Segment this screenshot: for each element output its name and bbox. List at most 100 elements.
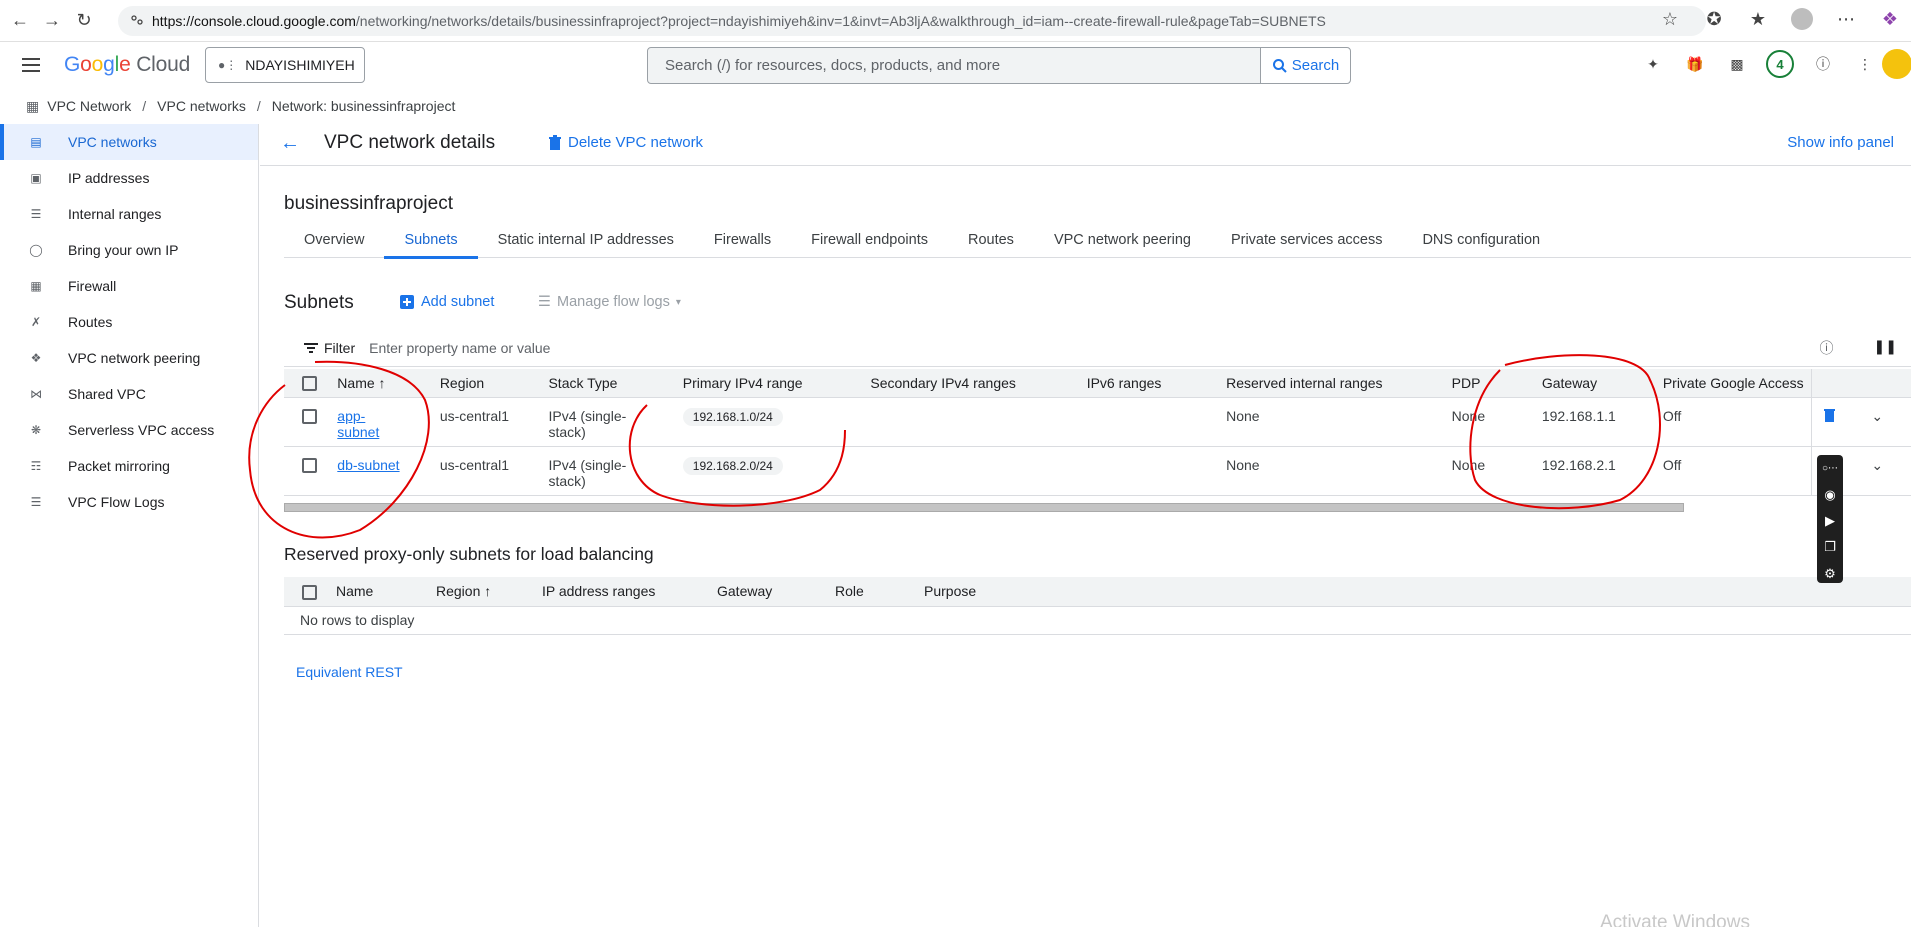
col-purpose[interactable]: Purpose <box>924 577 1911 607</box>
tab-subnets[interactable]: Subnets <box>384 222 478 259</box>
expand-row-icon[interactable]: ⌄ <box>1871 408 1883 424</box>
sidebar-item-vpc-networks[interactable]: ▤ VPC networks <box>0 124 258 160</box>
select-all-checkbox[interactable] <box>302 376 317 392</box>
col-stack-type[interactable]: Stack Type <box>548 369 683 398</box>
copy-icon[interactable]: ❐ <box>1820 538 1840 556</box>
tab-dns-configuration[interactable]: DNS configuration <box>1402 222 1560 258</box>
col-reserved-internal[interactable]: Reserved internal ranges <box>1226 369 1452 398</box>
col-ip-ranges[interactable]: IP address ranges <box>542 577 717 607</box>
more-options-icon[interactable]: ⋮ <box>1852 51 1878 77</box>
account-avatar[interactable] <box>1882 49 1911 79</box>
profile-icon[interactable] <box>1791 8 1813 30</box>
serverless-icon: ❋ <box>30 423 42 437</box>
col-primary-ipv4[interactable]: Primary IPv4 range <box>682 369 871 398</box>
col-secondary-ipv4[interactable]: Secondary IPv4 ranges <box>870 369 1087 398</box>
cell-pga: Off <box>1662 397 1812 447</box>
site-info-icon[interactable] <box>130 13 144 27</box>
add-subnet-button[interactable]: Add subnet <box>400 294 494 310</box>
subnet-link[interactable]: app-subnet <box>337 408 379 440</box>
tab-private-services-access[interactable]: Private services access <box>1211 222 1403 258</box>
menu-icon[interactable] <box>20 54 42 76</box>
equivalent-rest-link[interactable]: Equivalent REST <box>296 664 403 680</box>
list-icon: ☰ <box>538 294 551 310</box>
expand-row-icon[interactable]: ⌄ <box>1871 457 1883 473</box>
tab-overview[interactable]: Overview <box>284 222 384 258</box>
star-icon[interactable]: ☆ <box>1659 8 1681 30</box>
select-all-checkbox[interactable] <box>302 584 317 600</box>
breadcrumb-vpc-network[interactable]: VPC Network <box>47 98 131 114</box>
subnet-link[interactable]: db-subnet <box>337 457 399 473</box>
col-role[interactable]: Role <box>835 577 924 607</box>
cell-pdp: None <box>1451 446 1542 496</box>
search-button[interactable]: Search <box>1260 48 1350 83</box>
peering-icon: ❖ <box>30 351 42 365</box>
help-icon[interactable]: ⓘ <box>1810 51 1836 77</box>
forward-icon[interactable]: → <box>40 9 64 33</box>
sidebar-item-shared-vpc[interactable]: ⋈ Shared VPC <box>0 376 258 412</box>
cell-stack-type: IPv4 (single-stack) <box>548 397 683 447</box>
pin-icon[interactable]: ○⋯ <box>1820 459 1840 477</box>
tab-firewall-endpoints[interactable]: Firewall endpoints <box>791 222 948 258</box>
tab-firewalls[interactable]: Firewalls <box>694 222 791 258</box>
horizontal-scrollbar[interactable] <box>284 503 1684 512</box>
back-arrow-icon[interactable]: ← <box>280 133 300 153</box>
col-name[interactable]: Name <box>336 577 436 607</box>
sidebar-item-byoip[interactable]: ◯ Bring your own IP <box>0 232 258 268</box>
show-info-panel-button[interactable]: Show info panel <box>1787 134 1894 151</box>
tab-routes[interactable]: Routes <box>948 222 1034 258</box>
cell-secondary-ipv4 <box>870 446 1087 496</box>
sidebar-item-vpc-peering[interactable]: ❖ VPC network peering <box>0 340 258 376</box>
cell-pdp: None <box>1451 397 1542 447</box>
search-input[interactable]: Search (/) for resources, docs, products… <box>648 57 1260 74</box>
sidebar-item-flow-logs[interactable]: ☰ VPC Flow Logs <box>0 484 258 520</box>
search-bar[interactable]: Search (/) for resources, docs, products… <box>647 47 1351 84</box>
column-display-icon[interactable]: ❚❚ <box>1874 338 1897 358</box>
col-name[interactable]: Name ↑ <box>337 369 440 398</box>
delete-vpc-button[interactable]: Delete VPC network <box>548 134 703 151</box>
col-gateway[interactable]: Gateway <box>717 577 835 607</box>
filter-button[interactable]: Filter <box>304 340 355 356</box>
help-icon[interactable]: ⓘ <box>1820 338 1834 358</box>
manage-flow-logs-button[interactable]: ☰ Manage flow logs ▾ <box>538 294 681 310</box>
more-icon[interactable]: ⋯ <box>1835 8 1857 30</box>
gift-icon[interactable]: 🎁 <box>1682 51 1708 77</box>
sidebar-item-packet-mirroring[interactable]: ☶ Packet mirroring <box>0 448 258 484</box>
address-bar[interactable]: https://console.cloud.google.com/network… <box>118 6 1706 36</box>
col-private-google-access[interactable]: Private Google Access <box>1662 369 1812 398</box>
delete-row-icon[interactable] <box>1823 408 1835 422</box>
copilot-icon[interactable]: ❖ <box>1879 8 1901 30</box>
sidebar-item-ip-addresses[interactable]: ▣ IP addresses <box>0 160 258 196</box>
sidebar-item-serverless-vpc[interactable]: ❋ Serverless VPC access <box>0 412 258 448</box>
back-icon[interactable]: ← <box>8 9 32 33</box>
sidebar-item-firewall[interactable]: ▦ Firewall <box>0 268 258 304</box>
settings-icon[interactable]: ⚙ <box>1820 565 1840 583</box>
row-checkbox[interactable] <box>302 458 317 474</box>
project-selector[interactable]: ●⋮ NDAYISHIMIYEH <box>205 47 365 83</box>
col-pdp[interactable]: PDP <box>1451 369 1542 398</box>
google-cloud-logo[interactable]: Google Cloud <box>64 53 190 77</box>
row-checkbox[interactable] <box>302 409 317 425</box>
proxy-subnets-table: Name Region ↑ IP address ranges Gateway … <box>284 577 1911 635</box>
extensions-icon[interactable]: ✪ <box>1703 8 1725 30</box>
sidebar-item-routes[interactable]: ✗ Routes <box>0 304 258 340</box>
filter-input[interactable]: Enter property name or value <box>369 340 550 356</box>
tab-static-internal-ip[interactable]: Static internal IP addresses <box>478 222 694 258</box>
cell-reserved: None <box>1226 397 1452 447</box>
sidebar-item-internal-ranges[interactable]: ☰ Internal ranges <box>0 196 258 232</box>
col-region[interactable]: Region <box>439 369 549 398</box>
breadcrumb-vpc-networks[interactable]: VPC networks <box>157 98 246 114</box>
tab-vpc-peering[interactable]: VPC network peering <box>1034 222 1211 258</box>
col-ipv6[interactable]: IPv6 ranges <box>1086 369 1227 398</box>
breadcrumb-network: Network: businessinfraproject <box>271 98 456 114</box>
camera-icon[interactable]: ◉ <box>1820 485 1840 503</box>
col-gateway[interactable]: Gateway <box>1541 369 1663 398</box>
proxy-subnets-title: Reserved proxy-only subnets for load bal… <box>284 544 654 564</box>
reload-icon[interactable]: ↻ <box>72 9 96 33</box>
favorites-icon[interactable]: ★ <box>1747 8 1769 30</box>
col-region[interactable]: Region ↑ <box>436 577 542 607</box>
project-icon: ●⋮ <box>218 58 238 72</box>
cloud-shell-icon[interactable]: ▩ <box>1724 51 1750 77</box>
notifications-badge[interactable]: 4 <box>1766 50 1794 78</box>
gemini-icon[interactable]: ✦ <box>1640 51 1666 77</box>
video-icon[interactable]: ▶ <box>1820 512 1840 530</box>
